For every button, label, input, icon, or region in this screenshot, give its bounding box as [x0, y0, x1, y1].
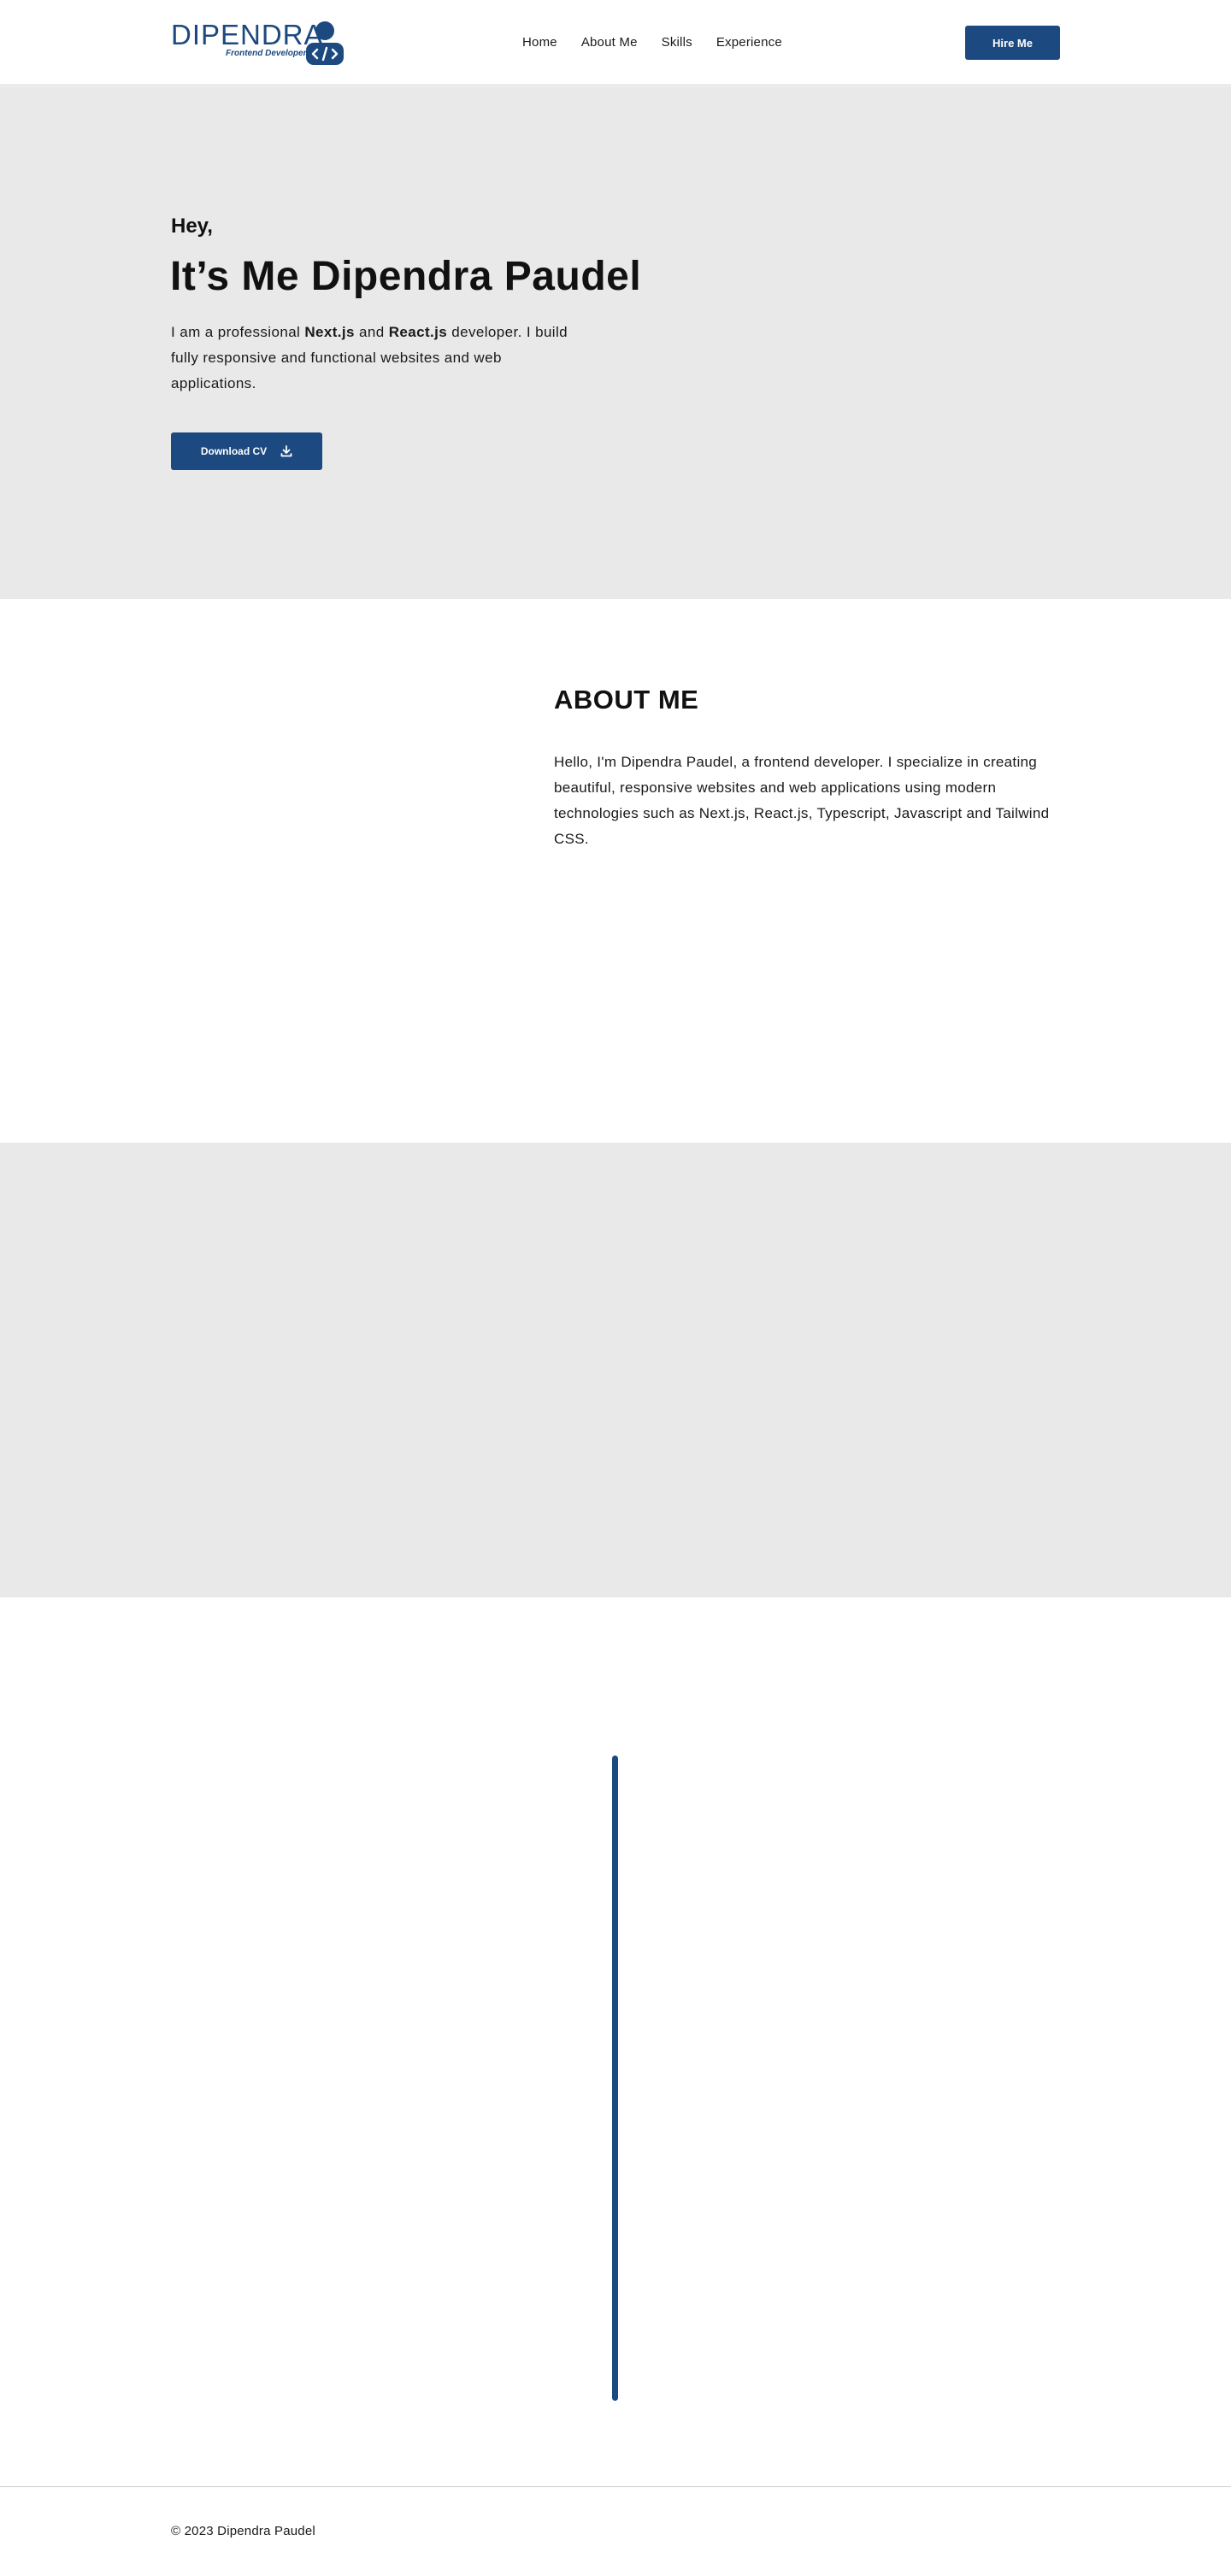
logo[interactable]: DIPENDRA Frontend Developer — [171, 19, 345, 65]
about-text: Hello, I'm Dipendra Paudel, a frontend d… — [554, 754, 1050, 847]
hero-description-highlight: Next.js — [304, 324, 355, 340]
hero-description-part: I am a professional — [171, 324, 305, 340]
hire-me-button[interactable]: Hire Me — [965, 26, 1060, 60]
nav-skills[interactable]: Skills — [662, 32, 692, 53]
main-nav: Home About Me Skills Experience — [522, 32, 806, 53]
site-footer: © 2023 Dipendra Paudel — [0, 2486, 1231, 2576]
download-cv-label: Download CV — [200, 445, 268, 457]
hero-greeting: Hey, — [171, 215, 213, 238]
download-icon — [280, 445, 292, 457]
logo-name: DIPENDRA — [171, 19, 324, 50]
hero-description-highlight: React.js — [388, 324, 448, 340]
nav-about-me[interactable]: About Me — [581, 32, 638, 53]
nav-experience[interactable]: Experience — [716, 32, 782, 53]
hero-title: It’s Me Dipendra Paudel — [170, 254, 642, 299]
about-title: ABOUT ME — [554, 685, 699, 715]
download-cv-button[interactable]: Download CV — [171, 432, 322, 470]
hero-description-part: and — [354, 324, 389, 340]
copyright: © 2023 Dipendra Paudel — [171, 2524, 315, 2538]
hero-description: I am a professional Next.js and React.js… — [171, 320, 590, 397]
skills-section — [0, 1143, 1231, 1597]
timeline-line — [612, 1756, 618, 2401]
hero-section: Hey, It’s Me Dipendra Paudel I am a prof… — [0, 86, 1231, 599]
developer-avatar-code-icon — [306, 21, 344, 65]
experience-section — [0, 1597, 1231, 2486]
about-section: ABOUT ME Hello, I'm Dipendra Paudel, a f… — [0, 599, 1231, 1143]
site-header: DIPENDRA Frontend Developer Home About M… — [0, 0, 1231, 85]
nav-home[interactable]: Home — [522, 32, 557, 53]
logo-tagline: Frontend Developer — [226, 49, 307, 58]
